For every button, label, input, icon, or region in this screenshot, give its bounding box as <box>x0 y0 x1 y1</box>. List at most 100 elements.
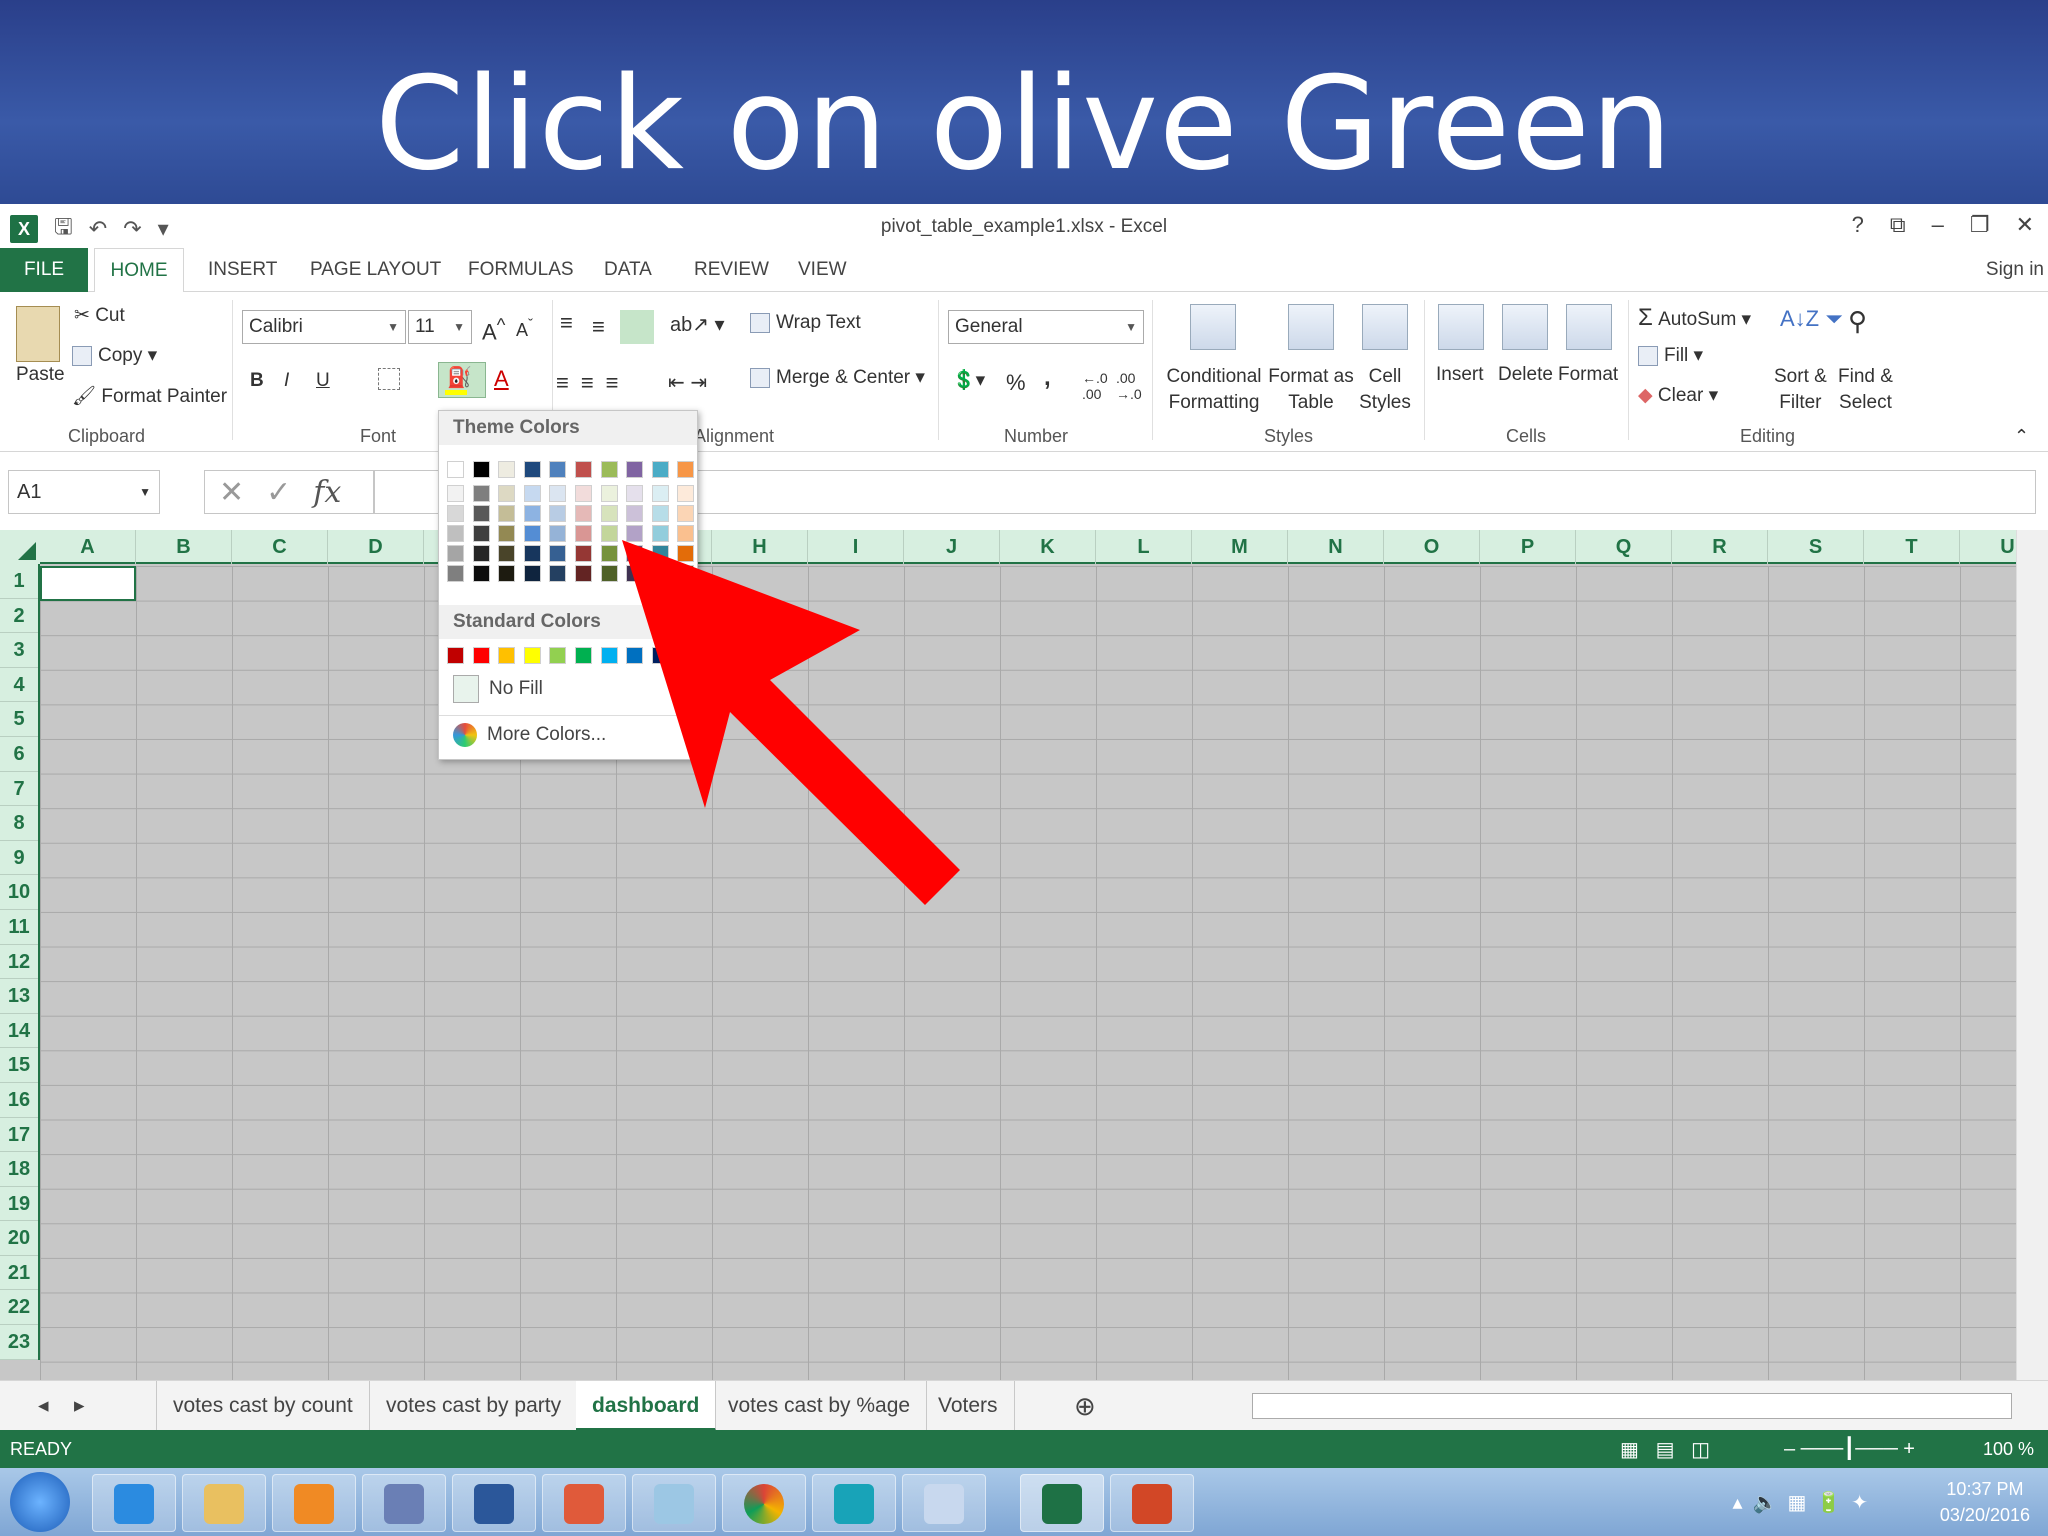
paste-button[interactable]: Paste <box>16 364 65 386</box>
theme-shade-swatch[interactable] <box>498 565 516 582</box>
theme-shade-swatch[interactable] <box>549 565 567 582</box>
help-button[interactable]: ? <box>1852 212 1864 238</box>
insert-function-button[interactable]: fx <box>313 475 341 510</box>
theme-shade-swatch[interactable] <box>498 525 516 542</box>
standard-color-swatch[interactable] <box>600 647 618 664</box>
conditional-formatting-button[interactable]: Conditional Formatting <box>1164 364 1264 416</box>
format-as-table-button[interactable]: Format as Table <box>1266 364 1356 416</box>
cells-area[interactable] <box>40 566 2016 1380</box>
theme-shade-swatch[interactable] <box>677 525 695 542</box>
increase-decimal-icon[interactable]: ←.0.00 <box>1082 370 1108 402</box>
theme-color-swatch[interactable] <box>626 461 644 478</box>
format-as-table-icon[interactable] <box>1288 304 1334 350</box>
theme-shade-swatch[interactable] <box>651 565 669 582</box>
ribbon-display-button[interactable]: ⧉ <box>1890 212 1906 238</box>
row-header[interactable]: 5 <box>0 702 38 737</box>
theme-shade-swatch[interactable] <box>447 505 464 522</box>
new-sheet-icon[interactable]: ⊕ <box>1058 1381 1112 1431</box>
theme-shade-swatch[interactable] <box>472 485 490 502</box>
bold-button[interactable]: B <box>250 370 264 392</box>
enter-icon[interactable]: ✓ <box>266 475 291 510</box>
theme-shade-swatch[interactable] <box>575 505 592 522</box>
autosum-button[interactable]: Σ AutoSum ▾ <box>1638 304 1751 332</box>
sheet-tab-dashboard[interactable]: dashboard <box>576 1381 717 1431</box>
underline-button[interactable]: U <box>316 370 330 392</box>
row-header[interactable]: 18 <box>0 1152 38 1187</box>
cut-button[interactable]: ✂ Cut <box>74 304 125 327</box>
taskbar-chrome-icon[interactable] <box>722 1474 806 1532</box>
theme-shade-swatch[interactable] <box>651 485 669 502</box>
theme-shade-swatch[interactable] <box>549 505 567 522</box>
taskbar-powerpoint-icon[interactable] <box>1110 1474 1194 1532</box>
standard-color-swatch[interactable] <box>523 647 541 664</box>
format-painter-button[interactable]: 🖌 Format Painter <box>72 384 227 408</box>
row-header[interactable]: 14 <box>0 1014 38 1049</box>
theme-shade-swatch[interactable] <box>651 545 669 562</box>
taskbar-paint-icon[interactable] <box>902 1474 986 1532</box>
row-header[interactable]: 12 <box>0 945 38 980</box>
theme-shade-swatch[interactable] <box>523 525 541 542</box>
column-header[interactable]: D <box>328 530 424 564</box>
indent-icons[interactable]: ⇤ ⇥ <box>668 370 707 395</box>
delete-cells-icon[interactable] <box>1502 304 1548 350</box>
font-size-box[interactable]: 11 ▼ <box>408 310 472 344</box>
theme-shade-swatch[interactable] <box>549 545 567 562</box>
column-header[interactable]: K <box>1000 530 1096 564</box>
row-header[interactable]: 2 <box>0 599 38 634</box>
sort-filter-icon[interactable]: A↓Z ⏷ <box>1780 306 1843 332</box>
theme-shade-swatch[interactable] <box>523 505 541 522</box>
theme-shade-swatch[interactable] <box>600 485 618 502</box>
percent-button[interactable]: % <box>1006 370 1026 396</box>
theme-shade-swatch[interactable] <box>600 525 618 542</box>
more-colors-option[interactable]: More Colors... <box>453 723 606 747</box>
restore-button[interactable]: ❐ <box>1970 212 1990 238</box>
minimize-button[interactable]: – <box>1932 212 1944 238</box>
column-header[interactable]: M <box>1192 530 1288 564</box>
row-header[interactable]: 1 <box>0 564 38 599</box>
column-header[interactable]: S <box>1768 530 1864 564</box>
theme-shade-swatch[interactable] <box>549 485 567 502</box>
theme-shade-swatch[interactable] <box>472 505 490 522</box>
cell-styles-button[interactable]: Cell Styles <box>1352 364 1418 416</box>
theme-shade-swatch[interactable] <box>575 545 592 562</box>
theme-color-swatch[interactable] <box>677 461 695 478</box>
insert-cells-icon[interactable] <box>1438 304 1484 350</box>
format-cells-icon[interactable] <box>1566 304 1612 350</box>
row-header[interactable]: 9 <box>0 841 38 876</box>
merge-center-button[interactable]: Merge & Center ▾ <box>750 366 925 389</box>
theme-color-swatch[interactable] <box>523 461 541 478</box>
column-header[interactable]: U <box>1960 530 2016 564</box>
format-cells-button[interactable]: Format <box>1558 364 1618 386</box>
zoom-slider[interactable]: – ───┃─── + <box>1784 1436 1915 1461</box>
row-header[interactable]: 23 <box>0 1325 38 1360</box>
no-fill-option[interactable]: No Fill <box>453 675 543 703</box>
column-header[interactable]: B <box>136 530 232 564</box>
close-button[interactable]: ✕ <box>2016 212 2034 238</box>
row-header[interactable]: 19 <box>0 1187 38 1222</box>
theme-shade-swatch[interactable] <box>575 565 592 582</box>
row-header[interactable]: 11 <box>0 910 38 945</box>
row-header[interactable]: 4 <box>0 668 38 703</box>
theme-shade-swatch[interactable] <box>523 565 541 582</box>
theme-color-swatch[interactable] <box>575 461 592 478</box>
column-header[interactable]: R <box>1672 530 1768 564</box>
conditional-formatting-icon[interactable] <box>1190 304 1236 350</box>
theme-shade-swatch[interactable] <box>498 545 516 562</box>
vertical-scrollbar[interactable] <box>2016 530 2048 1380</box>
number-format-box[interactable]: General ▼ <box>948 310 1144 344</box>
bottom-align-icon[interactable] <box>620 310 654 344</box>
theme-shade-swatch[interactable] <box>447 565 464 582</box>
tab-review[interactable]: REVIEW <box>694 248 769 292</box>
font-name-box[interactable]: Calibri ▼ <box>242 310 406 344</box>
collapse-ribbon-icon[interactable]: ⌃ <box>2014 426 2029 447</box>
taskbar-app-icon[interactable] <box>362 1474 446 1532</box>
row-header[interactable]: 21 <box>0 1256 38 1291</box>
name-box[interactable]: A1 ▼ <box>8 470 160 514</box>
column-header[interactable]: L <box>1096 530 1192 564</box>
taskbar-clock[interactable]: 10:37 PM 03/20/2016 <box>1940 1476 2030 1528</box>
column-header[interactable]: I <box>808 530 904 564</box>
theme-shade-swatch[interactable] <box>498 505 516 522</box>
clear-button[interactable]: ◆ Clear ▾ <box>1638 384 1718 407</box>
select-all-button[interactable] <box>0 530 40 564</box>
font-color-icon[interactable]: A <box>494 366 509 392</box>
